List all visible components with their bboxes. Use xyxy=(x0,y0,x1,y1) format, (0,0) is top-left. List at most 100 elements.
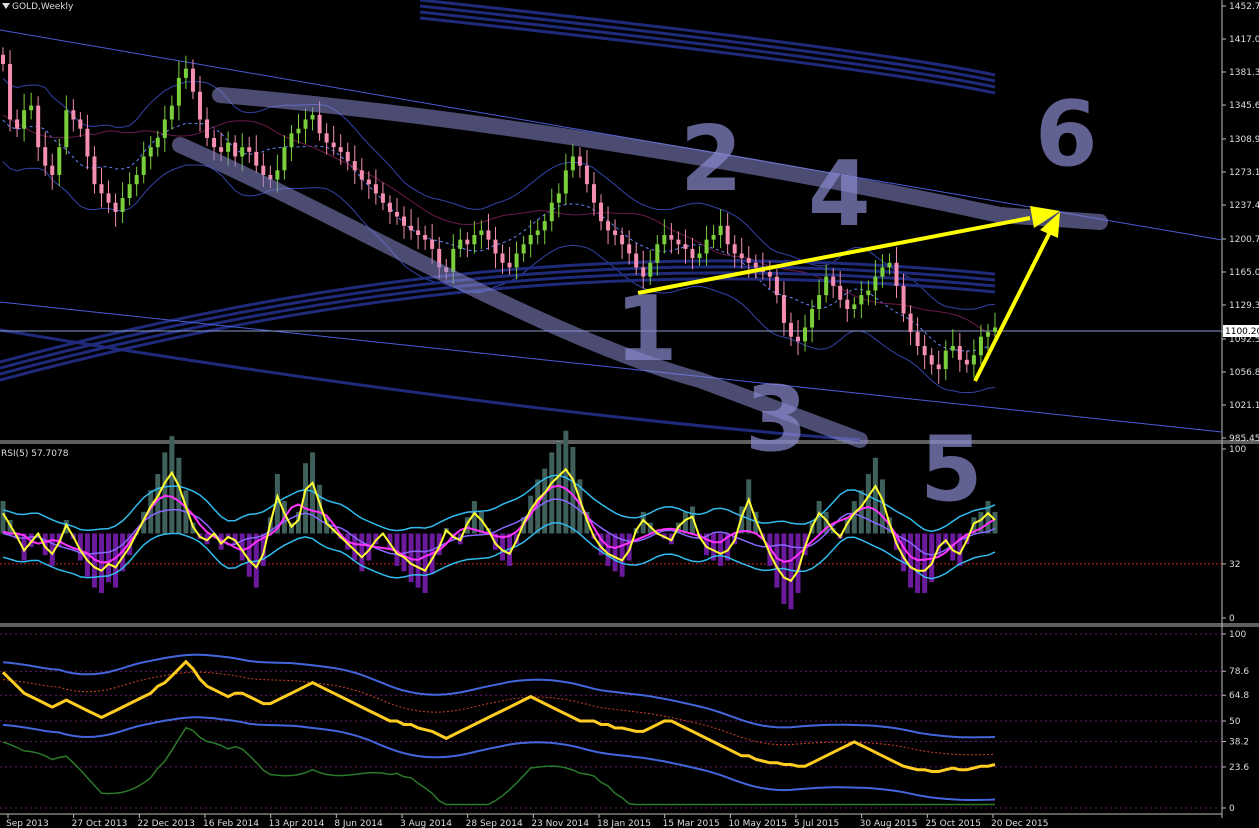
chart-canvas: 1452.75 1417.00 1381.35 1345.60 1308.95 1273.… xyxy=(0,0,1259,828)
candle-body xyxy=(423,235,428,240)
candle-body xyxy=(915,332,920,346)
candle-body xyxy=(254,151,259,166)
price-tick-label: 1237.45 xyxy=(1229,201,1259,211)
oscillator-panel: 100 78.6 64.8 50 38.2 23.6 0 xyxy=(0,630,1249,814)
rsi-tick-label: 100 xyxy=(1229,445,1246,455)
time-tick-label: 10 May 2015 xyxy=(728,819,787,828)
candle-body xyxy=(746,258,751,263)
candle-body xyxy=(535,230,540,236)
candle-body xyxy=(563,170,568,194)
candle-body xyxy=(648,262,653,277)
candle-body xyxy=(22,110,27,129)
osc-tick-label: 64.8 xyxy=(1229,691,1249,701)
candle-body xyxy=(669,235,674,240)
candle-body xyxy=(866,290,871,296)
rsi-histogram-bar xyxy=(176,457,182,534)
candle-body xyxy=(950,345,955,351)
candle-body xyxy=(366,179,371,185)
candle-body xyxy=(852,304,857,309)
candle-body xyxy=(697,253,702,259)
annotation-wave-label: 2 xyxy=(680,107,743,212)
time-tick-label: 23 Nov 2014 xyxy=(531,819,589,828)
candle-body xyxy=(8,64,13,120)
candle-body xyxy=(831,276,836,286)
candle-body xyxy=(127,184,132,199)
candle-body xyxy=(873,276,878,291)
rsi-histogram-bar xyxy=(718,533,724,566)
time-tick-label: 3 Aug 2014 xyxy=(400,819,452,828)
price-tick-label: 1345.60 xyxy=(1229,101,1259,111)
candle-body xyxy=(1,54,5,65)
time-tick-label: 28 Sep 2014 xyxy=(466,819,523,828)
candle-body xyxy=(922,345,927,356)
candle-body xyxy=(739,253,744,259)
rsi-histogram-bar xyxy=(922,533,928,593)
rsi-histogram-bar xyxy=(612,533,618,572)
x-axis: Sep 2013 27 Oct 2013 22 Dec 2013 16 Feb 201… xyxy=(0,813,1222,828)
candle-body xyxy=(240,147,245,157)
rsi-histogram-bar xyxy=(570,446,576,534)
candle-body xyxy=(985,332,990,337)
candle-body xyxy=(824,276,829,296)
candle-body xyxy=(120,198,125,212)
candle-body xyxy=(430,239,435,249)
candle-body xyxy=(577,156,582,166)
price-tick-label: 1165.00 xyxy=(1229,268,1259,278)
time-tick-label: 27 Oct 2013 xyxy=(72,819,128,828)
candle-body xyxy=(338,147,343,152)
candle-body xyxy=(451,248,456,273)
candle-body xyxy=(753,262,758,268)
candle-body xyxy=(479,230,484,236)
price-tick-label: 1129.30 xyxy=(1229,301,1259,311)
candle-body xyxy=(817,295,822,309)
candle-body xyxy=(226,142,231,152)
candle-body xyxy=(732,244,737,254)
candle-body xyxy=(788,322,793,337)
candle-body xyxy=(676,239,681,245)
candle-body xyxy=(359,170,364,180)
candle-body xyxy=(507,262,512,268)
candle-body xyxy=(219,147,224,152)
time-tick-label: 5 Jul 2015 xyxy=(794,819,839,828)
candle-body xyxy=(113,202,118,212)
candle-body xyxy=(183,68,188,78)
channel-band-high xyxy=(419,16,996,95)
candle-body xyxy=(472,235,477,245)
rsi-histogram-bar xyxy=(162,452,168,534)
candle-body xyxy=(380,193,385,203)
rsi-histogram-bar xyxy=(992,511,998,534)
candle-body xyxy=(310,114,315,120)
candle-body xyxy=(162,119,167,138)
candle-body xyxy=(233,142,238,157)
candle-body xyxy=(908,313,913,333)
rsi-histogram-bar xyxy=(246,533,252,577)
candle-body xyxy=(205,119,210,138)
candle-body xyxy=(402,216,407,226)
candle-body xyxy=(936,364,941,370)
rsi-panel: 100 32 0 xyxy=(0,430,1259,627)
rsi-histogram-bar xyxy=(422,533,428,593)
candle-body xyxy=(50,165,55,175)
menu-triangle-icon[interactable] xyxy=(2,3,10,9)
candle-body xyxy=(570,156,575,171)
rsi-histogram-bar xyxy=(169,436,175,534)
candle-body xyxy=(613,230,618,236)
candle-body xyxy=(247,147,252,152)
time-tick-label: 16 Feb 2014 xyxy=(203,819,259,828)
annotation-wave-label: 3 xyxy=(745,367,808,472)
time-tick-label: 18 Jan 2015 xyxy=(597,819,651,828)
candle-body xyxy=(606,221,611,231)
candle-body xyxy=(971,355,976,365)
time-tick-label: 25 Oct 2015 xyxy=(925,819,981,828)
osc-line xyxy=(1,659,996,773)
candle-body xyxy=(993,327,997,333)
rsi-tick-label: 32 xyxy=(1229,560,1240,570)
annotation-wave-label: 5 xyxy=(920,417,983,522)
osc-tick-label: 23.6 xyxy=(1229,763,1249,773)
time-tick-label: 8 Jun 2014 xyxy=(334,819,383,828)
rsi-histogram-bar xyxy=(556,441,562,534)
candle-body xyxy=(409,225,414,231)
candle-body xyxy=(725,225,730,245)
price-tick-label: 985.45 xyxy=(1229,434,1259,444)
candle-body xyxy=(373,184,378,194)
